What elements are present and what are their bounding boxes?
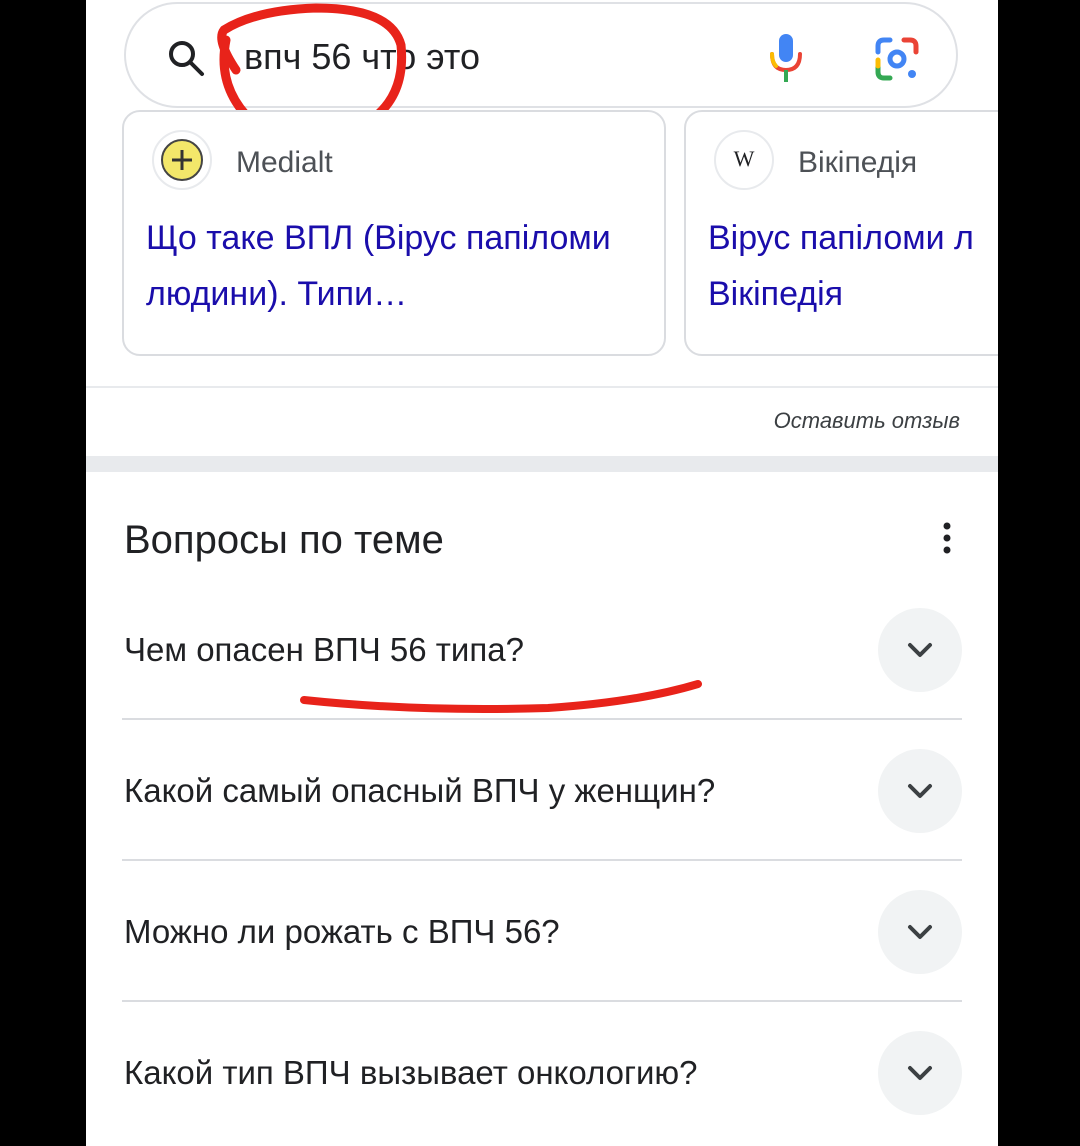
related-question-item[interactable]: Какой тип ВПЧ вызывает онкологию?: [122, 1002, 962, 1143]
source-name: Вікіпедія: [798, 146, 918, 179]
search-icon[interactable]: [166, 38, 206, 78]
question-text: Какой тип ВПЧ вызывает онкологию?: [124, 1054, 698, 1091]
medialt-logo: [152, 130, 212, 190]
result-link[interactable]: Що таке ВПЛ (Вірус папіломи людини). Тип…: [146, 210, 646, 322]
source-name: Medialt: [236, 146, 333, 179]
source-card-medialt[interactable]: Medialt Що таке ВПЛ (Вірус папіломи люди…: [122, 110, 666, 356]
question-text: Можно ли рожать с ВПЧ 56?: [124, 913, 560, 950]
search-bar[interactable]: впч 56 что это: [124, 2, 958, 108]
lens-icon[interactable]: [874, 36, 920, 82]
feedback-link[interactable]: Оставить отзыв: [774, 408, 960, 434]
mic-icon[interactable]: [766, 32, 806, 84]
chevron-down-icon: [908, 925, 932, 939]
divider: [86, 386, 998, 388]
expand-button[interactable]: [878, 1031, 962, 1115]
related-question-item[interactable]: Можно ли рожать с ВПЧ 56?: [122, 861, 962, 1002]
result-link[interactable]: Вірус папіломи л Вікіпедія: [708, 210, 998, 322]
related-questions-title: Вопросы по теме: [124, 518, 444, 562]
related-question-item[interactable]: Чем опасен ВПЧ 56 типа?: [122, 579, 962, 720]
expand-button[interactable]: [878, 749, 962, 833]
source-card-wikipedia[interactable]: W Вікіпедія Вірус папіломи л Вікіпедія: [684, 110, 998, 356]
search-input[interactable]: впч 56 что это: [244, 36, 480, 78]
wikipedia-logo: W: [714, 130, 774, 190]
related-question-item[interactable]: Какой самый опасный ВПЧ у женщин?: [122, 720, 962, 861]
chevron-down-icon: [908, 784, 932, 798]
expand-button[interactable]: [878, 890, 962, 974]
source-cards-carousel: Medialt Що таке ВПЛ (Вірус папіломи люди…: [86, 110, 998, 380]
section-separator: [86, 456, 998, 472]
search-results-page: впч 56 что это Medialt Що таке ВПЛ (Віру…: [86, 0, 998, 1146]
question-text: Какой самый опасный ВПЧ у женщин?: [124, 772, 716, 809]
question-text: Чем опасен ВПЧ 56 типа?: [124, 631, 524, 668]
chevron-down-icon: [908, 1066, 932, 1080]
chevron-down-icon: [908, 643, 932, 657]
expand-button[interactable]: [878, 608, 962, 692]
more-vert-icon[interactable]: [940, 520, 954, 556]
